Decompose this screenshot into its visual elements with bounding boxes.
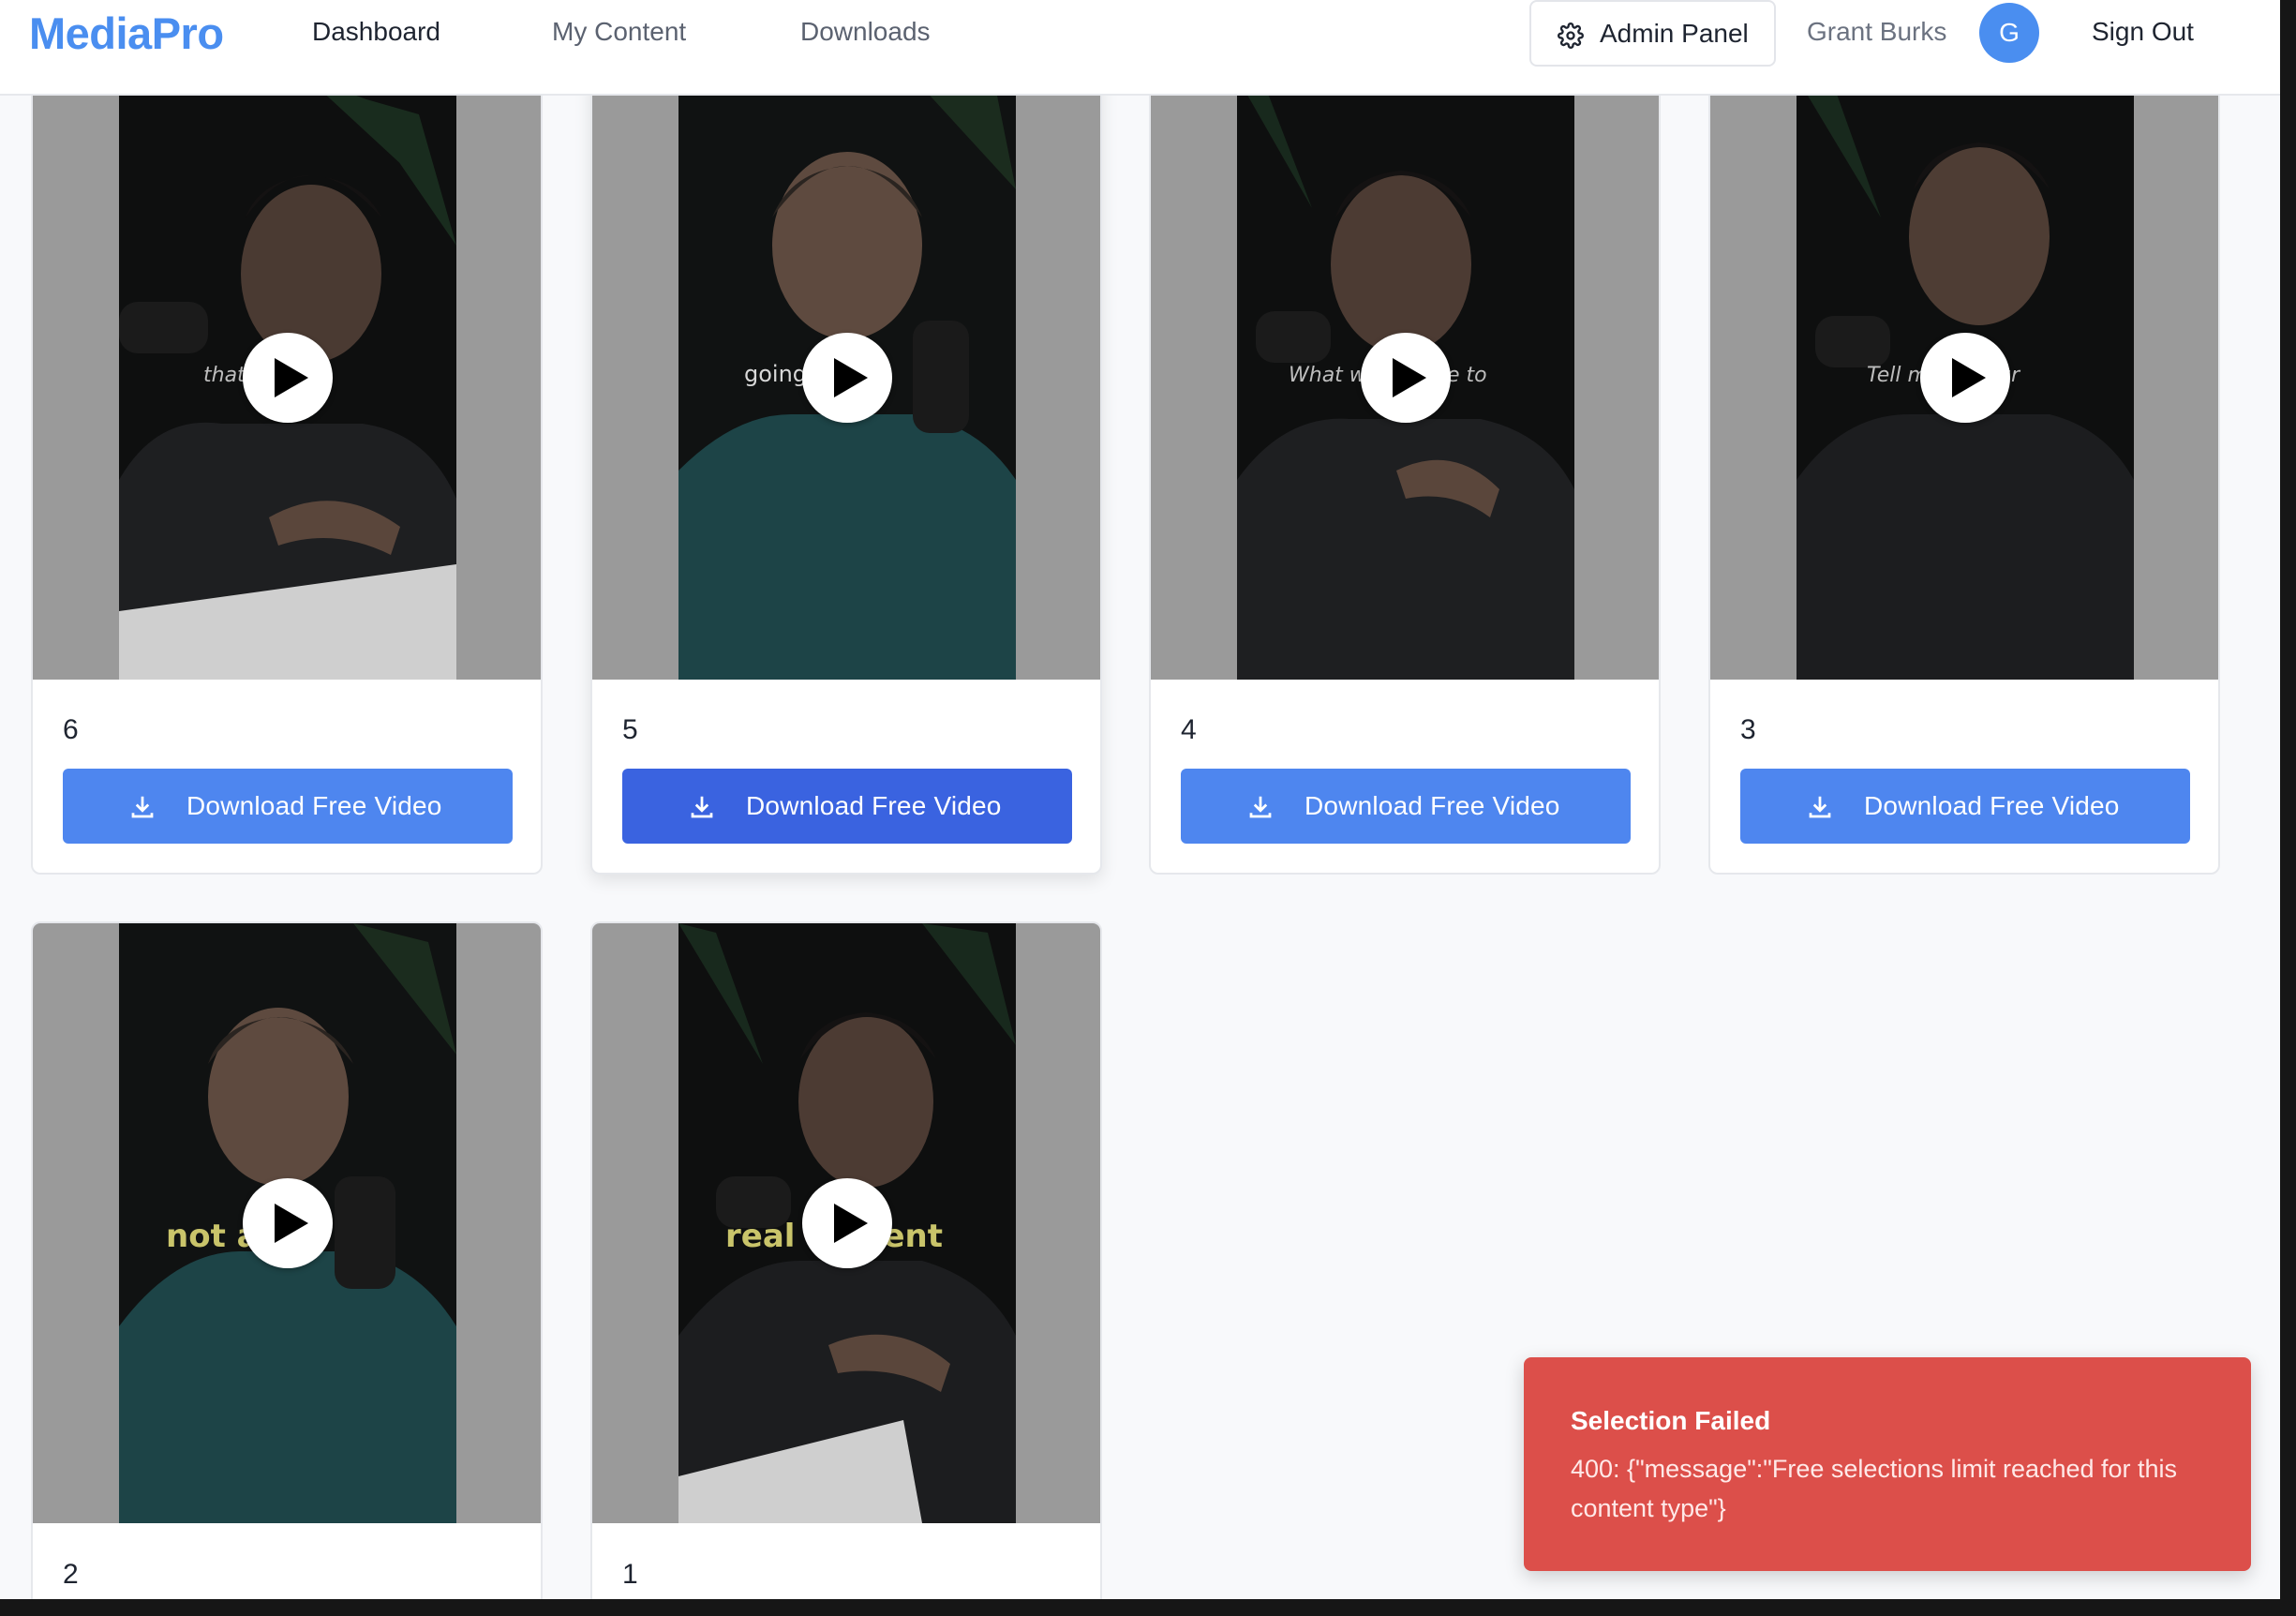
sign-out-button[interactable]: Sign Out bbox=[2092, 17, 2194, 47]
gear-icon bbox=[1558, 22, 1584, 49]
top-navigation: MediaPro Dashboard My Content Downloads … bbox=[0, 0, 2280, 96]
video-thumbnail[interactable]: What wo vice be to bbox=[1151, 77, 1659, 680]
play-icon bbox=[834, 1204, 868, 1243]
nav-my-content[interactable]: My Content bbox=[552, 17, 686, 47]
error-toast[interactable]: Selection Failed 400: {"message":"Free s… bbox=[1524, 1357, 2251, 1571]
video-thumbnail[interactable]: not al s bbox=[33, 923, 541, 1523]
avatar[interactable]: G bbox=[1979, 3, 2039, 63]
window-edge-bottom bbox=[0, 1599, 2296, 1616]
card-title: 1 bbox=[622, 1559, 638, 1590]
video-thumbnail[interactable]: that y rently bbox=[33, 77, 541, 680]
card-title: 2 bbox=[63, 1559, 79, 1590]
nav-dashboard[interactable]: Dashboard bbox=[312, 17, 440, 47]
play-button[interactable] bbox=[1361, 333, 1451, 423]
download-button-label: Download Free Video bbox=[746, 791, 1002, 820]
video-thumbnail[interactable]: real e agent bbox=[592, 923, 1100, 1523]
download-icon bbox=[1249, 796, 1272, 818]
video-card: that y rently 6 Download Free Video bbox=[31, 75, 543, 875]
admin-panel-label: Admin Panel bbox=[1600, 19, 1749, 48]
logo[interactable]: MediaPro bbox=[29, 7, 224, 59]
video-card: going t-time 5 Download Free Video bbox=[590, 75, 1102, 875]
video-card: not al s 2 bbox=[31, 921, 543, 1599]
page: MediaPro Dashboard My Content Downloads … bbox=[0, 0, 2280, 1599]
download-button-label: Download Free Video bbox=[1864, 791, 2120, 820]
video-card: What wo vice be to 4 Download Free Video bbox=[1149, 75, 1661, 875]
play-button[interactable] bbox=[802, 1178, 892, 1268]
window-edge bbox=[2280, 0, 2296, 1616]
download-icon bbox=[131, 796, 154, 818]
play-icon bbox=[275, 358, 308, 397]
card-title: 6 bbox=[63, 714, 79, 745]
video-thumbnail[interactable]: Tell me of your bbox=[1710, 77, 2218, 680]
admin-panel-button[interactable]: Admin Panel bbox=[1529, 0, 1776, 67]
card-title: 3 bbox=[1740, 714, 1756, 745]
play-icon bbox=[275, 1204, 308, 1243]
download-free-video-button[interactable]: Download Free Video bbox=[622, 769, 1072, 844]
download-button-label: Download Free Video bbox=[186, 791, 442, 820]
play-button[interactable] bbox=[243, 333, 333, 423]
card-title: 4 bbox=[1181, 714, 1197, 745]
play-icon bbox=[1952, 358, 1986, 397]
play-icon bbox=[1393, 358, 1426, 397]
play-button[interactable] bbox=[802, 333, 892, 423]
play-icon bbox=[834, 358, 868, 397]
card-title: 5 bbox=[622, 714, 638, 745]
toast-message: 400: {"message":"Free selections limit r… bbox=[1571, 1455, 2178, 1522]
nav-downloads[interactable]: Downloads bbox=[800, 17, 931, 47]
video-thumbnail[interactable]: going t-time bbox=[592, 77, 1100, 680]
play-button[interactable] bbox=[1920, 333, 2010, 423]
play-button[interactable] bbox=[243, 1178, 333, 1268]
video-card: real e agent 1 bbox=[590, 921, 1102, 1599]
download-free-video-button[interactable]: Download Free Video bbox=[1740, 769, 2190, 844]
user-name: Grant Burks bbox=[1807, 17, 1947, 46]
download-icon bbox=[1809, 796, 1831, 818]
toast-title: Selection Failed bbox=[1571, 1406, 1771, 1435]
download-free-video-button[interactable]: Download Free Video bbox=[63, 769, 513, 844]
download-icon bbox=[691, 796, 713, 818]
download-button-label: Download Free Video bbox=[1305, 791, 1560, 820]
video-card: Tell me of your 3 Download Free Video bbox=[1708, 75, 2220, 875]
download-free-video-button[interactable]: Download Free Video bbox=[1181, 769, 1631, 844]
